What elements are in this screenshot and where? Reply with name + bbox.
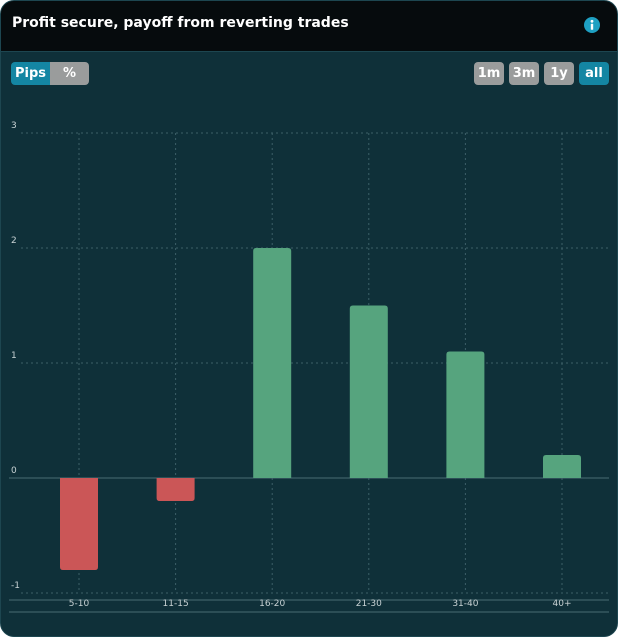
x-tick-label: 21-30: [356, 599, 382, 609]
x-tick-label: 11-15: [163, 599, 189, 609]
x-tick-label: 5-10: [69, 599, 90, 609]
bar-21-30: [349, 305, 388, 478]
bar-31-40: [446, 351, 485, 478]
x-tick-label: 31-40: [452, 599, 478, 609]
x-tick-label: 16-20: [259, 599, 285, 609]
bar-chart: 3 2 1 0 -1 5-10 11-15 16-20 21-30 31-40 40+: [9, 121, 609, 613]
y-tick-label: 1: [11, 351, 17, 361]
bar-11-15: [156, 478, 195, 501]
y-tick-label: 0: [11, 466, 17, 476]
bar-16-20: [253, 248, 292, 478]
chart-card: Profit secure, payoff from reverting tra…: [0, 0, 618, 637]
bar-5-10: [60, 478, 98, 570]
y-tick-label: 3: [11, 121, 17, 131]
y-tick-label: 2: [11, 236, 17, 246]
y-tick-label: -1: [11, 581, 20, 591]
x-tick-label: 40+: [553, 599, 572, 609]
bar-40+: [543, 455, 581, 478]
